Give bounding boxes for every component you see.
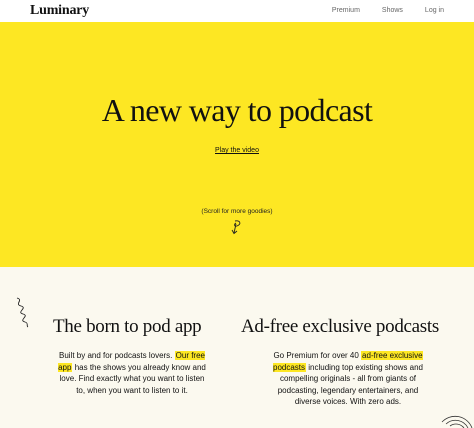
feature-text-free-app: Built by and for podcasts lovers. Our fr… xyxy=(56,350,208,396)
luminary-logo[interactable]: Luminary xyxy=(30,3,89,19)
nav-premium-link[interactable]: Premium xyxy=(332,7,360,14)
feature-text-part: has the shows you already know and love.… xyxy=(59,362,206,395)
play-video-row: Play the video xyxy=(0,147,474,154)
top-nav: Luminary Premium Shows Log in xyxy=(0,0,474,22)
feature-text-part: Built by and for podcasts lovers. xyxy=(59,351,175,360)
scroll-hint: (Scroll for more goodies) xyxy=(201,208,273,215)
nav-shows-link[interactable]: Shows xyxy=(382,7,403,14)
feature-text-exclusive-podcasts: Go Premium for over 40 ad-free exclusive… xyxy=(270,350,426,408)
squiggle-doodle-icon xyxy=(16,297,29,328)
nav-links: Premium Shows Log in xyxy=(332,7,444,14)
play-video-link[interactable]: Play the video xyxy=(215,147,259,154)
feature-title-free-app: The born to pod app xyxy=(53,316,202,337)
nav-login-link[interactable]: Log in xyxy=(425,7,444,14)
spiral-doodle-icon xyxy=(441,415,473,428)
feature-text-part: Go Premium for over 40 xyxy=(273,351,362,360)
feature-title-exclusive-podcasts: Ad-free exclusive podcasts xyxy=(241,316,439,337)
hero-headline: A new way to podcast xyxy=(101,92,373,128)
scroll-down-arrow-icon xyxy=(231,220,241,235)
